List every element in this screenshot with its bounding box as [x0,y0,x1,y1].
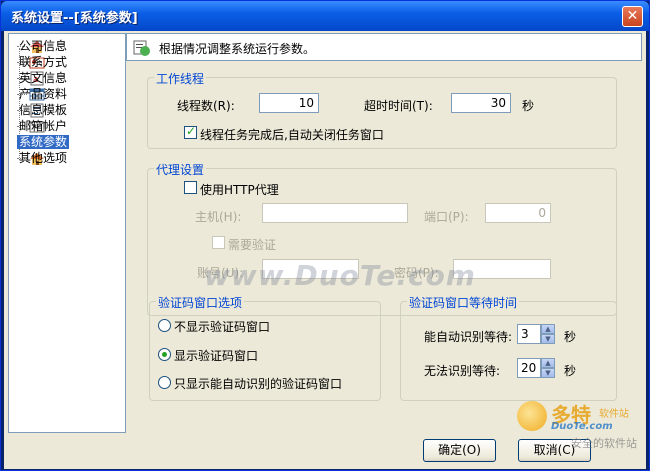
tree-item-label: 英文信息 [19,71,68,85]
tree-item-mailbox[interactable]: 邮箱帐户 [17,118,67,134]
tree-item-label: 产品资料 [19,87,68,101]
logo-sub-text: 软件站 [599,409,629,420]
need-auth-label[interactable]: 需要验证 [228,236,276,253]
spin-up-icon[interactable]: ▲ [541,358,555,368]
tree-item-label: 联系方式 [19,55,68,69]
info-text: 根据情况调整系统运行参数。 [159,42,316,56]
captcha-wait-legend: 验证码窗口等待时间 [407,294,520,311]
spin-down-icon[interactable]: ▼ [541,334,555,344]
spin-up-icon[interactable]: ▲ [541,324,555,334]
tree-item-label: 系统参数 [17,135,70,149]
host-label: 主机(H): [195,210,242,224]
manual-wait-label: 无法识别等待: [424,364,501,378]
duote-logo-watermark: 多特 软件站 DuoTe.com 安全的软件站 [511,399,650,457]
captcha-options-legend: 验证码窗口选项 [156,294,245,311]
settings-tree: 公司信息 联系方式 a 英文信息 产品资料 信息模板 邮箱帐户 系统参数 其他选… [8,33,126,433]
captcha-option-label[interactable]: 只显示能自动识别的验证码窗口 [174,375,342,392]
close-button[interactable]: ✕ [622,6,643,27]
captcha-radio-show[interactable] [158,348,171,361]
threads-label: 线程数(R): [177,99,235,113]
manual-wait-unit: 秒 [564,364,577,378]
title-bar[interactable]: 系统设置--[系统参数] ✕ [1,1,649,31]
port-input[interactable]: 0 [485,203,551,223]
auto-wait-unit: 秒 [564,330,577,344]
host-input[interactable] [262,203,408,223]
tree-item-label: 其他选项 [19,151,68,165]
tree-item-label: 邮箱帐户 [19,119,68,133]
proxy-legend: 代理设置 [154,161,207,178]
settings-window: 系统设置--[系统参数] ✕ 公司信息 联系方式 a 英文信息 产品资料 信息模… [0,0,650,471]
captcha-wait-group: 验证码窗口等待时间 [400,294,617,401]
captcha-radio-auto-only[interactable] [158,376,171,389]
tree-item-system-params[interactable]: 系统参数 [17,134,70,150]
work-thread-legend: 工作线程 [154,70,207,87]
tree-item-company-info[interactable]: 公司信息 [17,38,67,54]
captcha-option-label[interactable]: 不显示验证码窗口 [174,318,270,335]
info-banner: 根据情况调整系统运行参数。 [126,33,642,61]
use-http-proxy-label[interactable]: 使用HTTP代理 [200,181,279,198]
site-watermark: www.DuoTe.com [204,259,476,292]
tree-item-other-options[interactable]: 其他选项 [17,150,67,166]
autoclose-label[interactable]: 线程任务完成后,自动关闭任务窗口 [200,126,384,143]
tree-item-contact[interactable]: 联系方式 [17,54,67,70]
system-params-icon [133,40,150,56]
need-auth-checkbox[interactable] [212,236,225,249]
timeout-label: 超时时间(T): [364,99,433,113]
tree-item-english-info[interactable]: a 英文信息 [17,70,67,86]
spin-down-icon[interactable]: ▼ [541,368,555,378]
autoclose-checkbox[interactable] [184,124,197,139]
captcha-option-label[interactable]: 显示验证码窗口 [174,347,258,364]
port-label: 端口(P): [424,210,469,224]
logo-tag-text: 安全的软件站 [571,437,637,450]
window-title: 系统设置--[系统参数] [11,11,138,26]
tree-item-label: 信息模板 [19,103,68,117]
timeout-unit: 秒 [522,99,535,113]
timeout-input[interactable]: 30 [451,93,511,113]
use-http-proxy-checkbox[interactable] [184,181,197,194]
manual-wait-value[interactable]: 20 [517,358,541,378]
captcha-radio-hide[interactable] [158,319,171,332]
ok-button[interactable]: 确定(O) [423,439,496,462]
logo-badge-icon [517,401,547,431]
logo-url-text: DuoTe.com [551,421,613,432]
auto-wait-label: 能自动识别等待: [424,330,513,344]
tree-item-template[interactable]: 信息模板 [17,102,67,118]
tree-item-label: 公司信息 [19,39,68,53]
auto-wait-value[interactable]: 3 [517,324,541,344]
threads-input[interactable]: 10 [259,93,319,113]
tree-item-product[interactable]: 产品资料 [17,86,67,102]
